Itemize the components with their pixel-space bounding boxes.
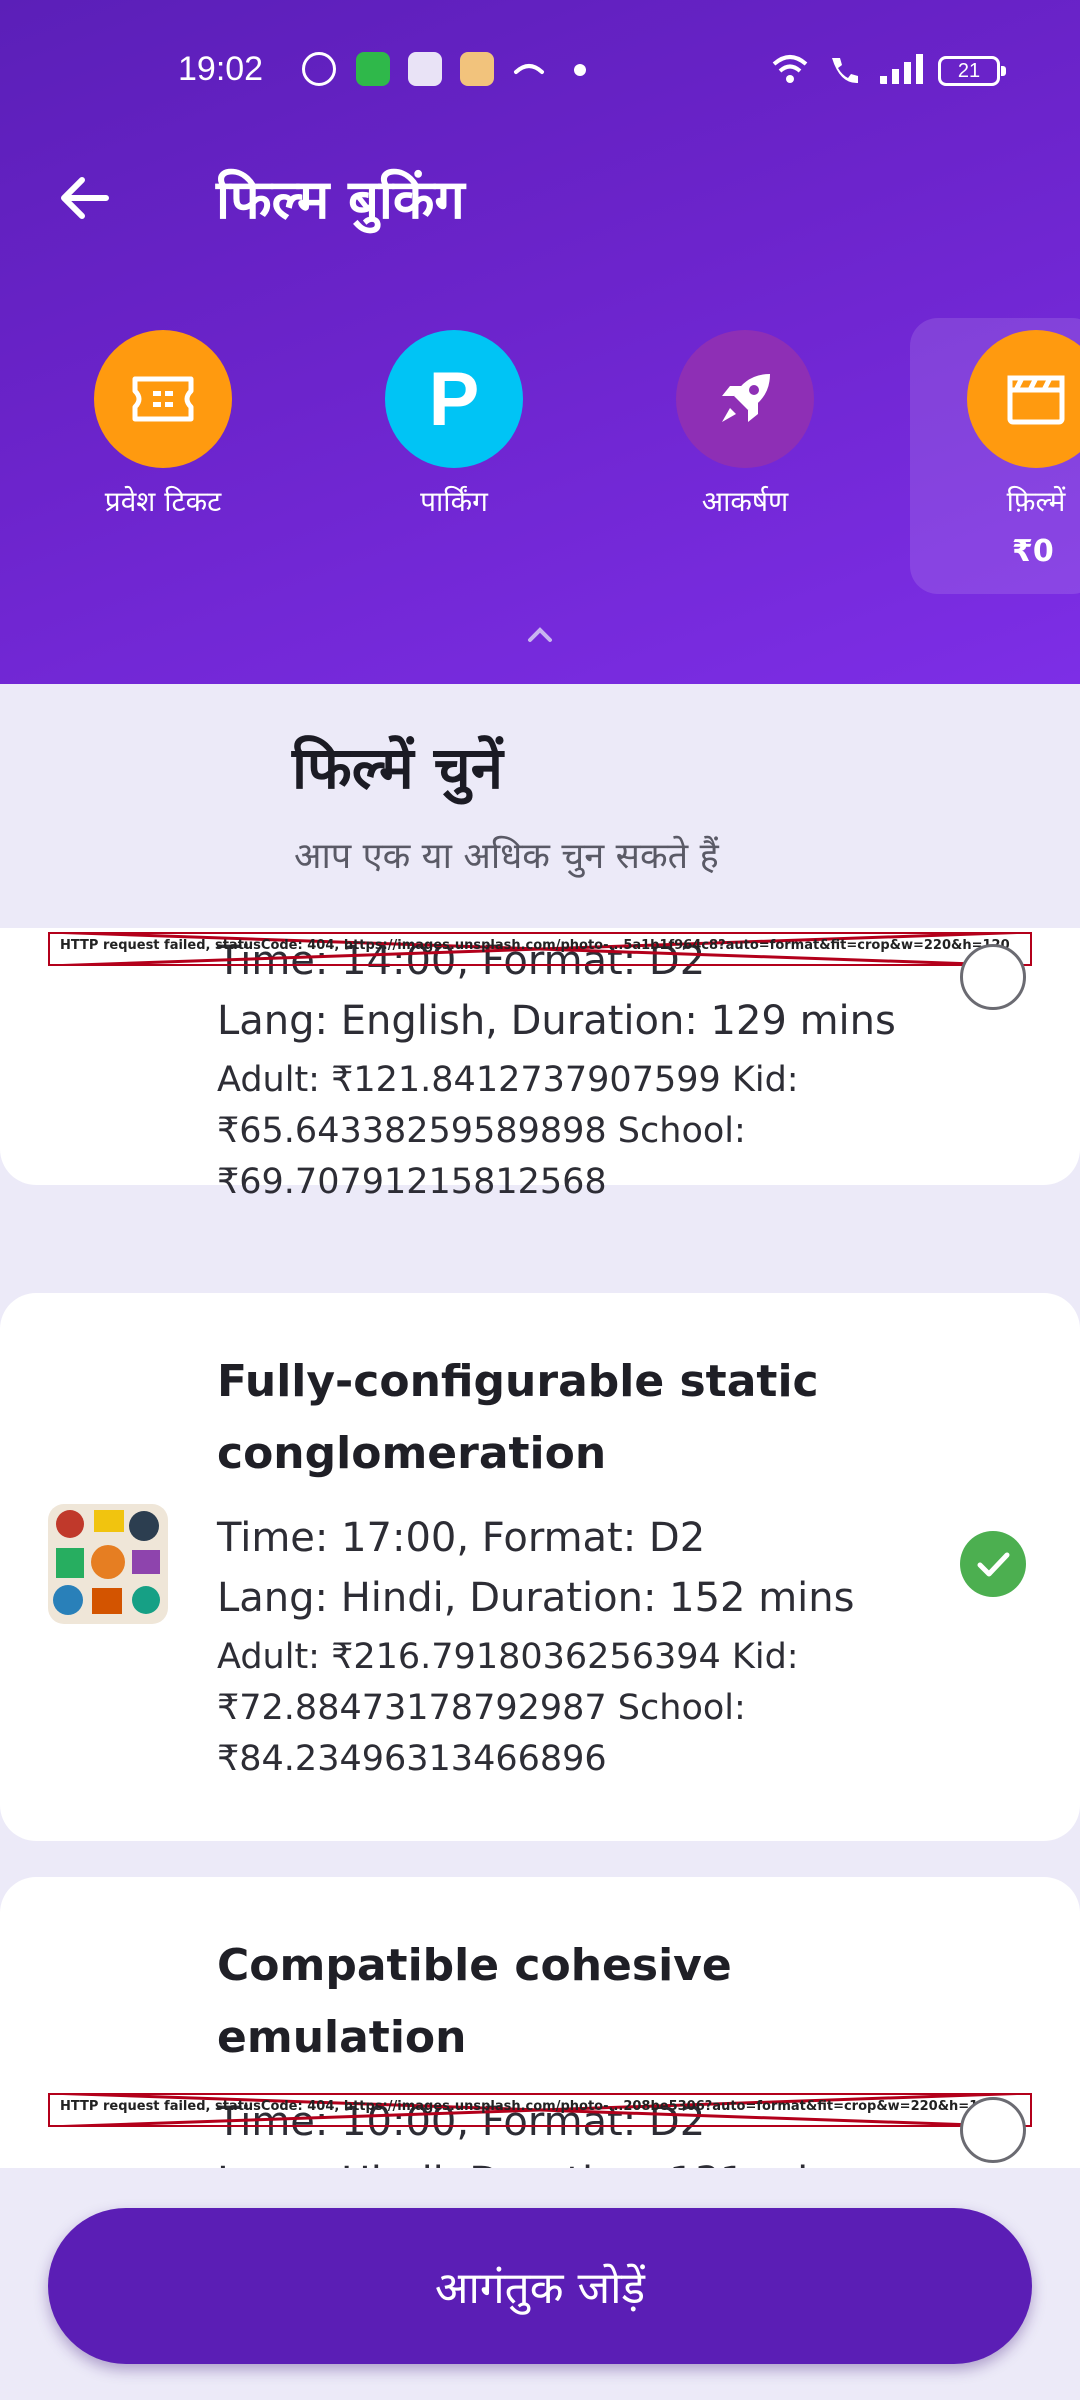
movie-card[interactable]: Fully-configurable static conglomeration… (0, 1293, 1080, 1841)
parking-icon: P (428, 356, 480, 442)
image-error-text: HTTP request failed, statusCode: 404, ht… (60, 2099, 997, 2114)
ticket-icon (132, 376, 194, 422)
movie-card[interactable]: Compatible cohesive emulation Time: 10:0… (0, 1877, 1080, 2168)
app-notification-icon (356, 52, 390, 86)
movie-title: Fully-configurable static conglomeration (217, 1356, 819, 1479)
movie-time-format: Time: 17:00, Format: D2 (217, 1515, 706, 1561)
movie-lang-duration: Lang: Hindi, Duration: 152 mins (217, 1575, 855, 1621)
category-icon-circle (94, 330, 232, 468)
wifi-call-icon (832, 58, 858, 84)
more-notifications-icon (574, 64, 586, 76)
image-error-text: HTTP request failed, statusCode: 404, ht… (60, 938, 1010, 953)
app-header: 19:02 21 फिल्म बुकिंग प्रवेश टिकट P पार्… (0, 0, 1080, 684)
select-radio[interactable] (960, 2097, 1026, 2163)
category-label: फ़िल्में (1006, 485, 1066, 518)
movie-card[interactable]: Time: 14:00, Format: D2 HTTP request fai… (0, 928, 1080, 1202)
category-parking[interactable]: P पार्किंग (364, 330, 544, 520)
category-label: प्रवेश टिकट (104, 485, 222, 518)
whatsapp-icon (302, 52, 336, 86)
rocket-icon (722, 374, 770, 422)
category-icon-circle (967, 330, 1080, 468)
category-icon-circle (676, 330, 814, 468)
select-radio[interactable] (960, 944, 1026, 1010)
movie-prices: Adult: ₹121.8412737907599 Kid: ₹65.64338… (217, 1060, 799, 1202)
category-attractions[interactable]: आकर्षण (655, 330, 835, 520)
section-subtitle: आप एक या अधिक चुन सकते हैं (294, 836, 719, 877)
bottom-bar: आगंतुक जोड़ें (0, 2168, 1080, 2400)
category-label: आकर्षण (701, 485, 789, 518)
wifi-icon (772, 55, 808, 83)
category-icon-circle: P (385, 330, 523, 468)
missed-call-icon (514, 64, 544, 74)
movie-list[interactable]: Time: 14:00, Format: D2 HTTP request fai… (0, 928, 1080, 2168)
category-entry-ticket[interactable]: प्रवेश टिकट (73, 330, 253, 520)
category-films-price: ₹0 (1012, 534, 1054, 569)
amazon-icon (460, 52, 494, 86)
image-error-placeholder: HTTP request failed, statusCode: 404, ht… (48, 2093, 1032, 2127)
chevron-up-icon[interactable] (524, 618, 556, 650)
category-label: पार्किंग (420, 485, 488, 518)
image-error-placeholder: HTTP request failed, statusCode: 404, ht… (48, 932, 1032, 966)
category-films[interactable]: फ़िल्में (946, 330, 1080, 520)
movie-thumbnail (48, 1504, 168, 1624)
page-title: फिल्म बुकिंग (216, 168, 465, 231)
add-visitor-button[interactable]: आगंतुक जोड़ें (48, 2208, 1032, 2364)
back-arrow-icon[interactable] (56, 170, 112, 226)
section-title: फिल्में चुनें (292, 734, 503, 802)
clapperboard-icon (1007, 375, 1065, 425)
movie-title: Compatible cohesive emulation (217, 1940, 732, 2063)
status-bar: 19:02 21 (0, 0, 1080, 140)
status-time: 19:02 (178, 50, 264, 88)
select-radio-checked[interactable] (960, 1531, 1026, 1597)
movie-lang-duration: Lang: English, Duration: 129 mins (217, 998, 896, 1044)
battery-icon: 21 (938, 56, 1006, 86)
signal-icon (880, 54, 923, 84)
movie-lang-duration: Lang: Hindi, Duration: 131 mins (217, 2159, 854, 2168)
app-notification-icon (408, 52, 442, 86)
movie-prices: Adult: ₹216.7918036256394 Kid: ₹72.88473… (217, 1637, 799, 1779)
checkmark-icon (977, 1552, 1010, 1577)
